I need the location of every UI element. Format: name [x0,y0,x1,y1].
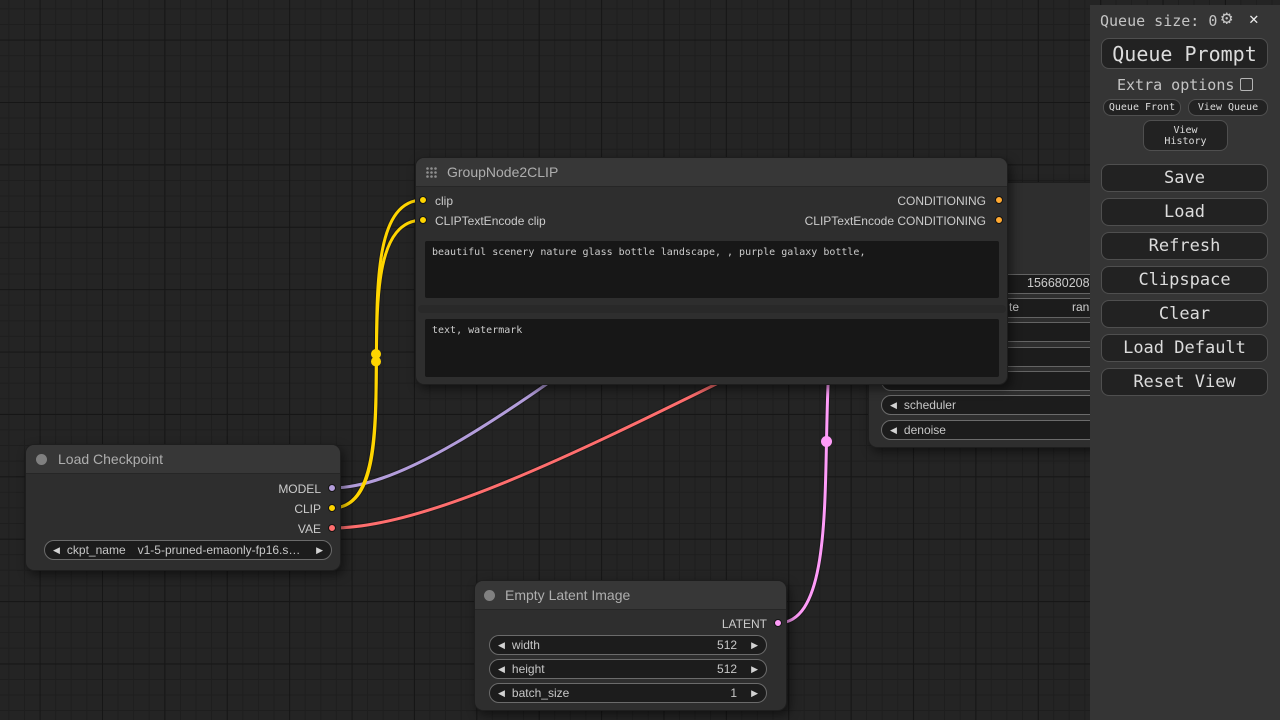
ckpt-name-label: ckpt_name [67,543,126,557]
ckpt-name-widget[interactable]: ◀ ckpt_name v1-5-pruned-emaonly-fp16.s… … [44,540,332,560]
node-section-divider [418,305,1006,313]
node-graph-canvas[interactable]: 1566802087 te ran ◀ scheduler ◀ denoise [0,0,1280,720]
queue-prompt-button[interactable]: Queue Prompt [1101,38,1268,69]
increment-arrow-icon[interactable]: ▶ [751,683,758,703]
output-label: LATENT [722,617,767,631]
clear-button[interactable]: Clear [1101,300,1268,328]
clip-link-dot[interactable] [371,357,381,367]
drag-handle-icon [425,166,438,179]
input-label: clip [435,194,453,208]
height-widget[interactable]: ◀ height 512 ▶ [489,659,767,679]
view-queue-button[interactable]: View Queue [1188,99,1268,116]
extra-options-label: Extra options [1117,76,1234,94]
decrement-arrow-icon[interactable]: ◀ [890,395,897,415]
control-after-generate-value: ran [1072,300,1089,314]
output-label: CONDITIONING [897,194,986,208]
output-port-cliptextencode-conditioning[interactable] [995,216,1003,224]
control-after-generate-label: te [1009,300,1019,314]
queue-front-button[interactable]: Queue Front [1103,99,1181,116]
decrement-arrow-icon[interactable]: ◀ [498,683,505,703]
settings-gear-icon[interactable]: ⚙ [1221,7,1232,29]
negative-prompt-textarea[interactable]: text, watermark [425,319,999,377]
decrement-arrow-icon[interactable]: ◀ [498,635,505,655]
view-history-line2: History [1164,136,1206,147]
height-label: height [512,662,545,676]
node-title: Load Checkpoint [58,451,163,467]
close-icon[interactable]: ✕ [1249,9,1259,28]
batch-size-widget[interactable]: ◀ batch_size 1 ▶ [489,683,767,703]
input-label: CLIPTextEncode clip [435,214,546,228]
increment-arrow-icon[interactable]: ▶ [751,635,758,655]
output-port-clip[interactable] [328,504,336,512]
load-default-button[interactable]: Load Default [1101,334,1268,362]
scheduler-label: scheduler [904,398,956,412]
denoise-label: denoise [904,423,946,437]
reset-view-button[interactable]: Reset View [1101,368,1268,396]
output-label: MODEL [278,482,321,496]
positive-prompt-textarea[interactable]: beautiful scenery nature glass bottle la… [425,241,999,298]
output-port-conditioning[interactable] [995,196,1003,204]
increment-arrow-icon[interactable]: ▶ [751,659,758,679]
width-value: 512 [717,638,737,652]
output-port-model[interactable] [328,484,336,492]
node-title-bar[interactable]: GroupNode2CLIP [416,158,1007,187]
node-title: Empty Latent Image [505,587,630,603]
comfy-menu-panel: Queue size: 0 ⚙ ✕ Queue Prompt Extra opt… [1090,5,1280,720]
output-port-vae[interactable] [328,524,336,532]
load-button[interactable]: Load [1101,198,1268,226]
output-label: CLIPTextEncode CONDITIONING [805,214,986,228]
decrement-arrow-icon[interactable]: ◀ [53,540,60,560]
collapse-dot-icon[interactable] [36,454,47,465]
decrement-arrow-icon[interactable]: ◀ [890,420,897,440]
batch-size-label: batch_size [512,686,569,700]
node-title: GroupNode2CLIP [447,164,558,180]
ckpt-name-value: v1-5-pruned-emaonly-fp16.s… [138,543,301,557]
height-value: 512 [717,662,737,676]
input-port-cliptextencode-clip[interactable] [419,216,427,224]
save-button[interactable]: Save [1101,164,1268,192]
view-history-line1: View [1173,125,1197,136]
increment-arrow-icon[interactable]: ▶ [316,540,323,560]
latent-link-dot[interactable] [821,436,832,447]
width-label: width [512,638,540,652]
node-groupnode2clip[interactable]: GroupNode2CLIP clip CLIPTextEncode clip … [415,157,1008,385]
refresh-button[interactable]: Refresh [1101,232,1268,260]
node-load-checkpoint[interactable]: Load Checkpoint MODEL CLIP VAE ◀ ckpt_na… [25,444,341,571]
decrement-arrow-icon[interactable]: ◀ [498,659,505,679]
width-widget[interactable]: ◀ width 512 ▶ [489,635,767,655]
output-port-latent[interactable] [774,619,782,627]
extra-options-checkbox[interactable] [1240,78,1253,91]
node-empty-latent-image[interactable]: Empty Latent Image LATENT ◀ width 512 ▶ … [474,580,787,711]
queue-size-label: Queue size: 0 [1100,12,1217,30]
output-label: VAE [298,522,321,536]
clipspace-button[interactable]: Clipspace [1101,266,1268,294]
view-history-button[interactable]: View History [1143,120,1228,151]
collapse-dot-icon[interactable] [484,590,495,601]
node-title-bar[interactable]: Empty Latent Image [475,581,786,610]
batch-size-value: 1 [730,686,737,700]
node-title-bar[interactable]: Load Checkpoint [26,445,340,474]
seed-value: 1566802087 [1027,276,1097,290]
output-label: CLIP [294,502,321,516]
input-port-clip[interactable] [419,196,427,204]
